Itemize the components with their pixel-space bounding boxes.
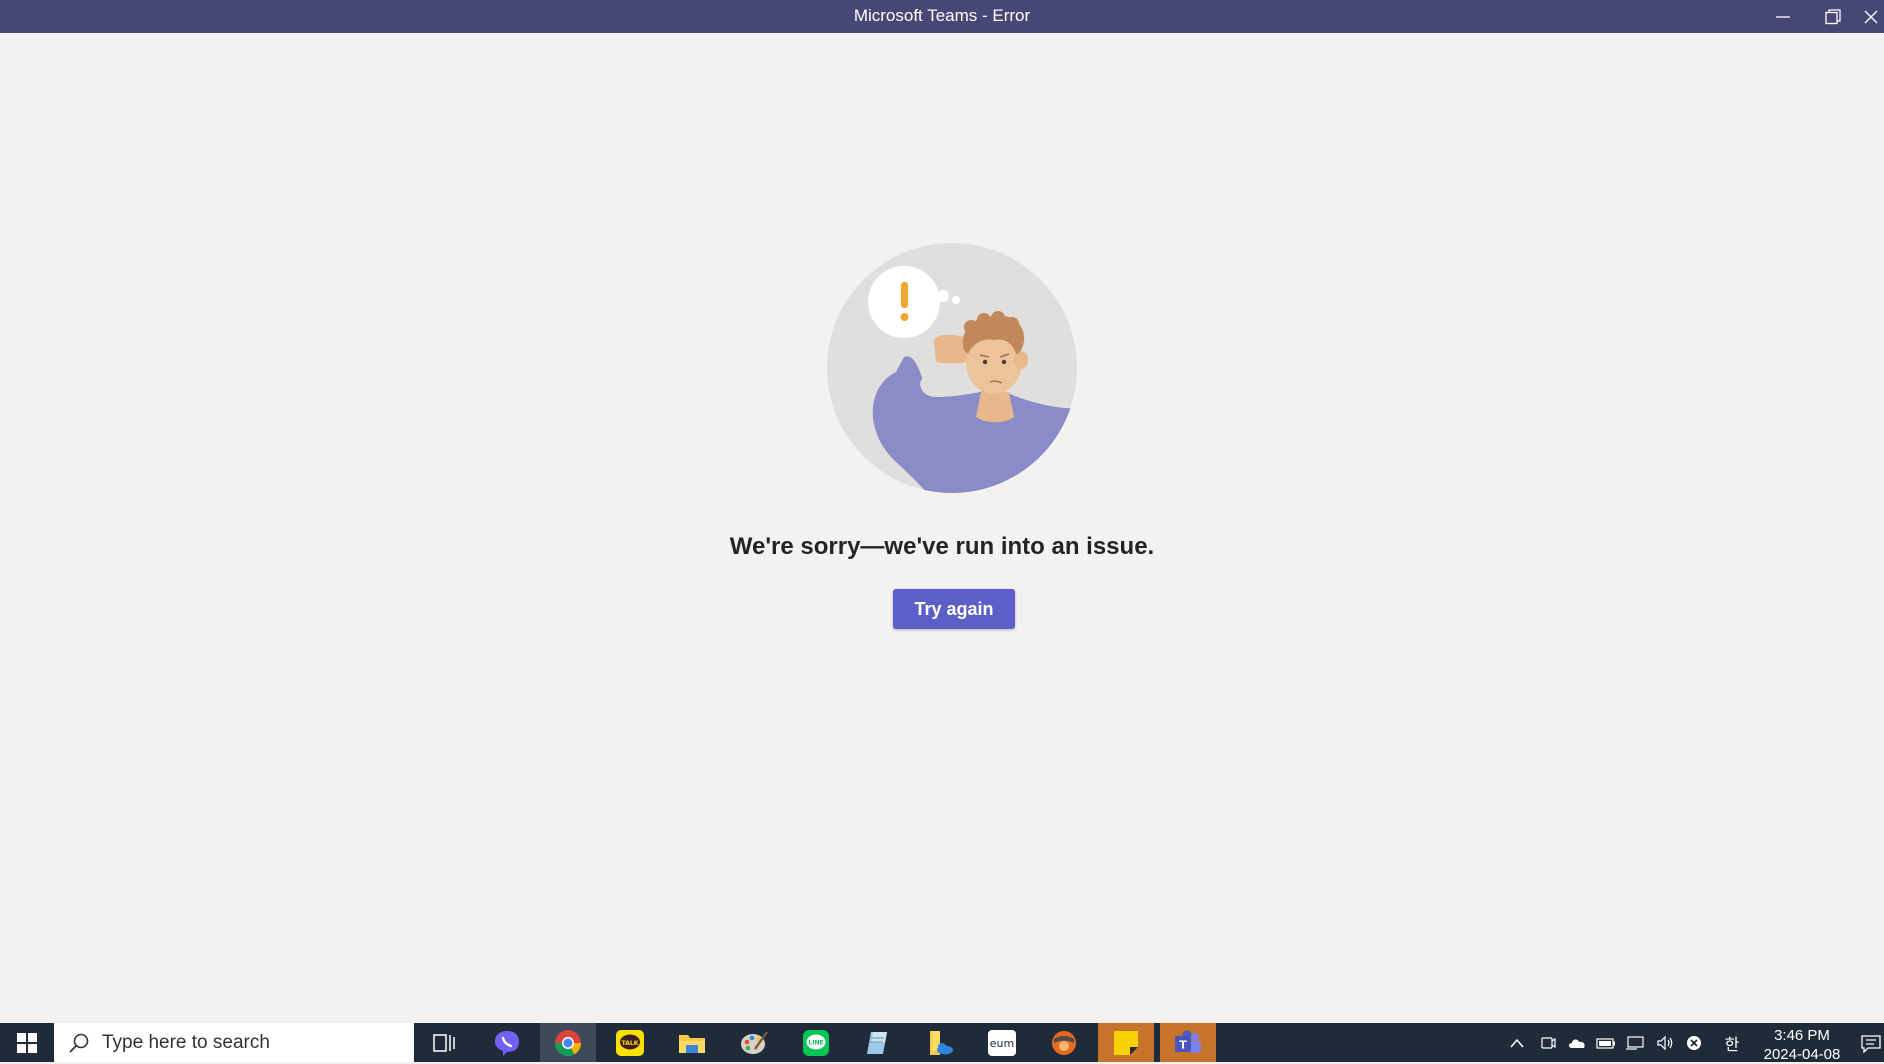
taskbar-search[interactable]	[54, 1023, 414, 1062]
confused-person-illustration	[827, 243, 1077, 493]
svg-text:eum: eum	[990, 1037, 1014, 1050]
try-again-button[interactable]: Try again	[893, 589, 1015, 629]
tray-status[interactable]	[1681, 1023, 1707, 1062]
svg-text:T: T	[1179, 1038, 1187, 1051]
show-hidden-icons-button[interactable]	[1504, 1023, 1530, 1062]
sticky-notes-icon	[1114, 1030, 1138, 1055]
eum-app[interactable]: eum	[974, 1023, 1030, 1062]
chrome-app[interactable]	[540, 1023, 596, 1062]
tray-meet-now[interactable]	[1535, 1023, 1561, 1062]
viber-icon	[495, 1030, 519, 1056]
clock-time: 3:46 PM	[1774, 1027, 1830, 1044]
network-icon	[1626, 1035, 1644, 1050]
ime-indicator[interactable]: 한	[1718, 1023, 1746, 1062]
restore-button[interactable]	[1810, 0, 1856, 33]
onedrive-folder-app[interactable]	[912, 1023, 968, 1062]
close-icon	[1864, 10, 1878, 23]
speaker-icon	[1657, 1035, 1673, 1050]
kakaotalk-icon: TALK	[616, 1029, 644, 1056]
x-circle-icon	[1687, 1035, 1701, 1050]
notepad-icon	[867, 1031, 887, 1054]
tray-volume[interactable]	[1652, 1023, 1678, 1062]
teams-app[interactable]: T	[1160, 1023, 1216, 1062]
task-view-button[interactable]	[416, 1023, 472, 1062]
search-icon	[69, 1033, 89, 1053]
camera-icon	[1541, 1036, 1556, 1049]
task-view-icon	[433, 1033, 455, 1052]
tray-battery[interactable]	[1593, 1023, 1619, 1062]
notification-icon	[1861, 1034, 1881, 1053]
notepad-app[interactable]	[850, 1023, 906, 1062]
svg-text:LINE: LINE	[808, 1039, 823, 1046]
svg-text:TALK: TALK	[622, 1040, 639, 1047]
sticky-notes-app[interactable]	[1098, 1023, 1154, 1062]
window-title: Microsoft Teams - Error	[853, 6, 1031, 25]
line-app[interactable]: LINE	[788, 1023, 844, 1062]
viber-app[interactable]	[479, 1023, 535, 1062]
search-input[interactable]	[102, 1023, 402, 1062]
palette-icon	[741, 1030, 768, 1054]
teams-icon: T	[1175, 1030, 1201, 1053]
close-button[interactable]	[1862, 0, 1884, 33]
globe-app-icon	[1052, 1030, 1076, 1055]
start-button[interactable]	[0, 1023, 54, 1062]
line-icon: LINE	[803, 1029, 829, 1056]
taskbar-clock[interactable]: 3:46 PM 2024-04-08	[1752, 1026, 1852, 1064]
minimize-button[interactable]	[1760, 0, 1806, 33]
tray-onedrive[interactable]	[1564, 1023, 1590, 1062]
restore-icon	[1825, 8, 1841, 24]
tray-network[interactable]	[1622, 1023, 1648, 1062]
paint-app[interactable]	[726, 1023, 782, 1062]
onedrive-folder-icon	[930, 1030, 953, 1055]
taskbar: TALK LINE	[0, 1023, 1884, 1064]
battery-icon	[1596, 1037, 1615, 1049]
file-explorer-app[interactable]	[664, 1023, 720, 1062]
eum-icon: eum	[988, 1029, 1016, 1056]
action-center-button[interactable]	[1856, 1023, 1884, 1062]
minimize-icon	[1776, 15, 1790, 18]
cloud-icon	[1569, 1038, 1585, 1048]
orange-app[interactable]	[1036, 1023, 1092, 1062]
folder-icon	[679, 1034, 705, 1053]
exclamation-icon	[901, 282, 908, 308]
error-page: We're sorry—we've run into an issue. Try…	[0, 33, 1884, 1023]
chrome-icon	[554, 1029, 582, 1056]
kakaotalk-app[interactable]: TALK	[602, 1023, 658, 1062]
error-message: We're sorry—we've run into an issue.	[729, 533, 1155, 560]
title-bar: Microsoft Teams - Error	[0, 0, 1884, 33]
clock-date: 2024-04-08	[1763, 1046, 1841, 1063]
chevron-up-icon	[1510, 1038, 1524, 1047]
windows-icon	[17, 1032, 37, 1053]
